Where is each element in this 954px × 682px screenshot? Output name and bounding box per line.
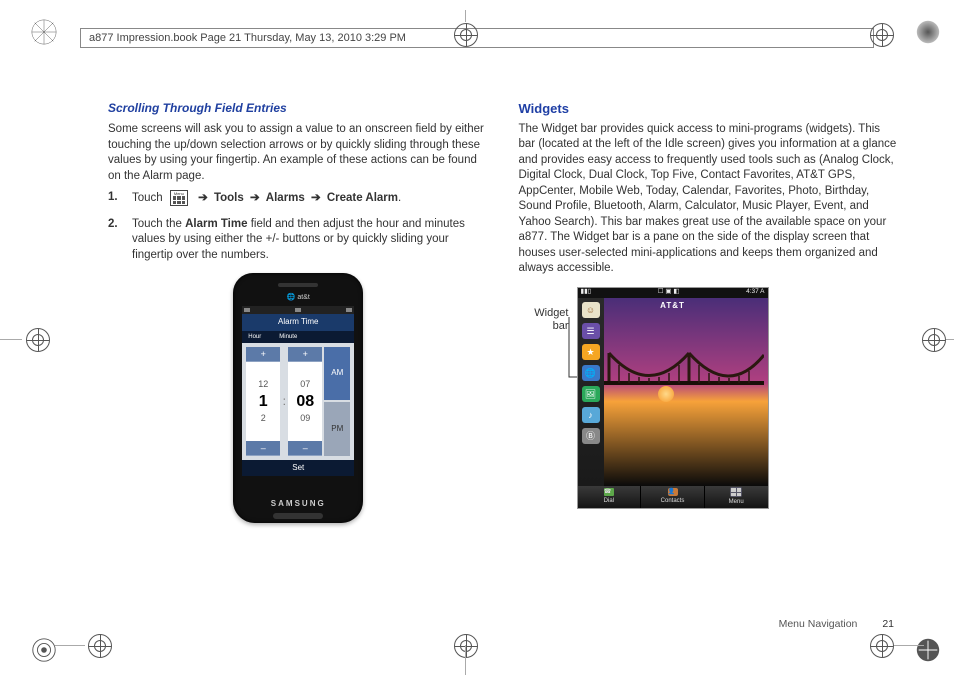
phone-figure: 🌐 at&t Alarm Time Hour Minute + 12 1 bbox=[108, 273, 489, 523]
widget-icon[interactable]: ★ bbox=[582, 344, 600, 360]
ornament-bottom-right bbox=[914, 636, 942, 664]
crop-line bbox=[0, 339, 22, 340]
page-footer: Menu Navigation 21 bbox=[779, 618, 894, 630]
registration-mark bbox=[88, 634, 112, 658]
step-2: 2. Touch the Alarm Time field and then a… bbox=[108, 217, 489, 264]
ampm-toggle[interactable]: AM PM bbox=[324, 347, 350, 455]
softkey-menu[interactable]: Menu bbox=[705, 486, 768, 508]
crop-line bbox=[465, 645, 466, 675]
footer-section: Menu Navigation bbox=[779, 618, 858, 630]
hour-digits[interactable]: 12 1 2 bbox=[246, 362, 280, 440]
widget-icon[interactable]: Ⓑ bbox=[582, 428, 600, 444]
phone-screen: Alarm Time Hour Minute + 12 1 2 bbox=[242, 306, 354, 476]
phone-home-button[interactable] bbox=[273, 513, 323, 519]
registration-mark bbox=[26, 328, 50, 352]
crop-line bbox=[465, 10, 466, 22]
hour-prev: 12 bbox=[246, 378, 280, 390]
minute-digits[interactable]: 07 08 09 bbox=[288, 362, 322, 440]
registration-mark bbox=[454, 634, 478, 658]
softkey-bar: ☎Dial 👤Contacts Menu bbox=[578, 486, 768, 508]
minute-plus-button[interactable]: + bbox=[288, 347, 322, 362]
ornament-bottom-left bbox=[30, 636, 58, 664]
phone-earpiece bbox=[278, 283, 318, 287]
pm-option[interactable]: PM bbox=[324, 402, 350, 455]
nav-alarms: Alarms bbox=[266, 192, 305, 204]
footer-page-number: 21 bbox=[882, 618, 894, 630]
widget-bar-callout-label: Widget bar bbox=[519, 287, 569, 333]
steps-list: 1. Touch ➔ Tools ➔ Alarms ➔ Create Alarm… bbox=[108, 190, 489, 263]
widget-icon[interactable]: ☰ bbox=[582, 323, 600, 339]
softkey-contacts[interactable]: 👤Contacts bbox=[641, 486, 705, 508]
alarm-time-title: Alarm Time bbox=[242, 314, 354, 331]
ornament-top-right bbox=[914, 18, 942, 46]
widget-icon[interactable]: ♪ bbox=[582, 407, 600, 423]
widget-icon[interactable]: 🖼 bbox=[582, 386, 600, 402]
idle-screen: ▮▮▯ ☐ ▣ ◧ 4:37 A AT&T bbox=[577, 287, 769, 509]
registration-mark bbox=[870, 23, 894, 47]
menu-icon bbox=[170, 190, 188, 206]
time-picker: + 12 1 2 – : + 07 bbox=[242, 343, 354, 459]
crop-line bbox=[946, 339, 954, 340]
crop-line bbox=[894, 645, 924, 646]
hour-minus-button[interactable]: – bbox=[246, 441, 280, 456]
step1-lead: Touch bbox=[132, 192, 163, 204]
crop-line bbox=[55, 645, 85, 646]
hour-next: 2 bbox=[246, 412, 280, 424]
minute-minus-button[interactable]: – bbox=[288, 441, 322, 456]
minute-picker[interactable]: + 07 08 09 – bbox=[288, 347, 322, 455]
page-content: Scrolling Through Field Entries Some scr… bbox=[108, 100, 899, 627]
status-icons: ☐ ▣ ◧ bbox=[658, 288, 680, 297]
hour-minute-labels: Hour Minute bbox=[242, 331, 354, 343]
widget-bar[interactable]: ☺ ☰ ★ 🌐 🖼 ♪ Ⓑ bbox=[578, 298, 604, 486]
page-header-text: a877 Impression.book Page 21 Thursday, M… bbox=[89, 32, 406, 44]
hour-picker[interactable]: + 12 1 2 – bbox=[246, 347, 280, 455]
step-2-content: Touch the Alarm Time field and then adju… bbox=[132, 217, 489, 264]
status-time: 4:37 A bbox=[746, 288, 764, 297]
registration-mark bbox=[922, 328, 946, 352]
am-option[interactable]: AM bbox=[324, 347, 350, 400]
bridge-graphic bbox=[604, 343, 764, 413]
step-1: 1. Touch ➔ Tools ➔ Alarms ➔ Create Alarm… bbox=[108, 190, 489, 207]
step-number: 1. bbox=[108, 190, 122, 207]
section-title-scrolling: Scrolling Through Field Entries bbox=[108, 100, 489, 116]
nav-tools: Tools bbox=[214, 192, 244, 204]
ornament-top-left bbox=[30, 18, 58, 46]
alarm-time-field: Alarm Time bbox=[185, 218, 247, 230]
widgets-paragraph: The Widget bar provides quick access to … bbox=[519, 122, 900, 277]
nav-create-alarm: Create Alarm bbox=[327, 192, 398, 204]
minute-current: 08 bbox=[288, 391, 322, 413]
hour-plus-button[interactable]: + bbox=[246, 347, 280, 362]
widget-icon[interactable]: 🌐 bbox=[582, 365, 600, 381]
idle-screen-figure: Widget bar ▮▮▯ ☐ ▣ ◧ 4:37 A AT&T bbox=[519, 287, 900, 509]
minute-next: 09 bbox=[288, 412, 322, 424]
right-column: Widgets The Widget bar provides quick ac… bbox=[519, 100, 900, 627]
registration-mark bbox=[870, 634, 894, 658]
step-1-content: Touch ➔ Tools ➔ Alarms ➔ Create Alarm. bbox=[132, 190, 489, 207]
arrow-icon: ➔ bbox=[250, 192, 260, 204]
arrow-icon: ➔ bbox=[198, 192, 208, 204]
set-button[interactable]: Set bbox=[242, 460, 354, 477]
arrow-icon: ➔ bbox=[311, 192, 321, 204]
hour-label: Hour bbox=[248, 333, 261, 341]
phone-device: 🌐 at&t Alarm Time Hour Minute + 12 1 bbox=[233, 273, 363, 523]
minute-prev: 07 bbox=[288, 378, 322, 390]
time-colon: : bbox=[282, 347, 286, 455]
phone-carrier-logo: 🌐 at&t bbox=[233, 293, 363, 302]
step-number: 2. bbox=[108, 217, 122, 264]
phone-status-bar bbox=[242, 306, 354, 314]
idle-carrier: AT&T bbox=[660, 301, 685, 312]
phone-brand: SAMSUNG bbox=[233, 499, 363, 510]
left-column: Scrolling Through Field Entries Some scr… bbox=[108, 100, 489, 627]
minute-label: Minute bbox=[279, 333, 297, 341]
softkey-dial[interactable]: ☎Dial bbox=[578, 486, 642, 508]
section-title-widgets: Widgets bbox=[519, 100, 900, 118]
scrolling-paragraph: Some screens will ask you to assign a va… bbox=[108, 122, 489, 184]
idle-status-bar: ▮▮▯ ☐ ▣ ◧ 4:37 A bbox=[578, 288, 768, 298]
hour-current: 1 bbox=[246, 391, 280, 413]
step2-a: Touch the bbox=[132, 218, 185, 230]
registration-mark bbox=[454, 23, 478, 47]
widget-icon[interactable]: ☺ bbox=[582, 302, 600, 318]
signal-icon: ▮▮▯ bbox=[581, 288, 592, 297]
